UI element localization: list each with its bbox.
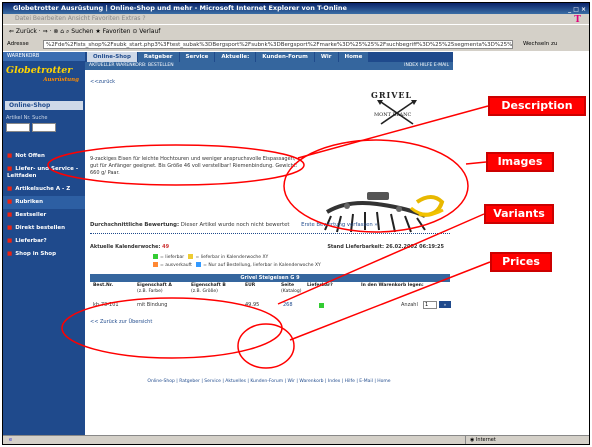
- warenkorb-link[interactable]: WARENKORB: [3, 52, 85, 61]
- tab-kunden-forum[interactable]: Kunden-Forum: [256, 52, 314, 62]
- images-callout: Images: [486, 152, 554, 172]
- menu-items[interactable]: Datei Bearbeiten Ansicht Favoriten Extra…: [15, 15, 146, 22]
- rating-row: Durchschnittliche Bewertung: Dieser Arti…: [90, 222, 450, 228]
- bullet-icon: ■: [7, 212, 13, 218]
- variants-callout: Variants: [484, 204, 554, 224]
- search-label: Artikel Nr. Suche: [6, 115, 48, 121]
- kalender-row: Aktuelle Kalenderwoche: 49 Stand Lieferb…: [90, 244, 450, 250]
- zurueck-link[interactable]: << Zurück zur Übersicht: [90, 319, 152, 325]
- col-best-nr: Best.Nr.: [93, 283, 114, 288]
- logo-line1: Globetrotter: [6, 65, 73, 76]
- sidebar-item-liefer-service[interactable]: ■ Liefer- und Service - Leitfaden: [3, 163, 85, 183]
- tab-online-shop[interactable]: Online-Shop: [87, 52, 137, 62]
- blue-square-icon: [196, 261, 202, 267]
- sidebar-item-direkt-bestellen[interactable]: ■ Direkt bestellen: [3, 222, 85, 235]
- sidebar-item-shop-in-shop[interactable]: ■ Shop in Shop: [3, 248, 85, 261]
- menu-bar[interactable]: Datei Bearbeiten Ansicht Favoriten Extra…: [3, 14, 589, 25]
- address-label: Adresse: [7, 41, 29, 47]
- kalender-week: 49: [162, 244, 170, 250]
- tab-aktuelle[interactable]: Aktuelle:: [215, 52, 256, 62]
- anzahl-label: Anzahl: [401, 302, 418, 308]
- tab-wir[interactable]: Wir: [314, 52, 338, 62]
- sidebar-item-artikelsuche[interactable]: ■ Artikelsuche A - Z: [3, 183, 85, 196]
- top-nav: Online-Shop Ratgeber Service Aktuelle: K…: [85, 52, 453, 62]
- col-eigenschaft-a: Eigenschaft A (z.B. Farbe): [137, 283, 172, 294]
- grivel-logo: GRIVEL MONT BLANC: [363, 90, 443, 130]
- kalender-label: Aktuelle Kalenderwoche:: [90, 244, 161, 250]
- cell-eigenschaft-a: mit Bindung: [137, 302, 168, 308]
- article-number-input[interactable]: [6, 123, 30, 132]
- bullet-icon: ■: [7, 199, 13, 205]
- back-link[interactable]: <<zurück: [90, 79, 115, 85]
- description-callout: Description: [488, 96, 586, 116]
- divider: [90, 233, 450, 234]
- crampon-image[interactable]: [307, 182, 447, 240]
- sidebar-nav: ■ Not Offen ■ Liefer- und Service - Leitfa…: [3, 150, 85, 261]
- window-title: Globetrotter Ausrüstung | Online-Shop un…: [13, 4, 347, 12]
- product-description: 9-zackiges Eisen für leichte Hochtouren …: [90, 156, 298, 176]
- sub-nav: AKTUELLER WARENKORB: BESTELLEN INDEX HIL…: [85, 62, 453, 70]
- sidebar-item-lieferbar[interactable]: ■ Lieferbar?: [3, 235, 85, 248]
- subnav-left[interactable]: AKTUELLER WARENKORB: BESTELLEN: [89, 62, 174, 70]
- tab-service[interactable]: Service: [179, 52, 215, 62]
- prices-callout: Prices: [490, 252, 552, 272]
- col-eigenschaft-b: Eigenschaft B (z.B. Größe): [191, 283, 226, 294]
- rating-label: Durchschnittliche Bewertung:: [90, 222, 180, 228]
- quantity-input[interactable]: 1: [423, 301, 437, 309]
- window-controls[interactable]: _ □ ×: [568, 4, 586, 14]
- review-link[interactable]: Erste Bewertung verfassen »: [301, 222, 378, 228]
- legend-row-1: = lieferbar = lieferbar in Kalenderwoche…: [153, 254, 393, 262]
- legend-row-2: = ausverkauft = Nur auf Bestellung, lief…: [153, 261, 393, 270]
- go-button[interactable]: Wechseln zu: [523, 38, 557, 51]
- search-input[interactable]: [32, 123, 56, 132]
- ie-icon: e: [9, 437, 13, 443]
- tab-ratgeber[interactable]: Ratgeber: [137, 52, 179, 62]
- cell-best-nr: kb-73-101: [93, 302, 119, 308]
- col-lieferbar: Lieferbar?: [307, 283, 333, 288]
- availability-legend: = lieferbar = lieferbar in Kalenderwoche…: [153, 254, 393, 269]
- col-seite: Seite (Katalog): [281, 283, 302, 294]
- browser-toolbar[interactable]: ⇐ Zurück · ⇒ · ⊗ ⌂ ⌕ Suchen ★ Favoriten …: [3, 24, 589, 38]
- main-content: <<zurück GRIVEL MONT BLANC 9-zackiges Ei…: [85, 70, 453, 435]
- stand-label: Stand Lieferbarkeit:: [327, 244, 384, 250]
- sidebar-item-rubriken[interactable]: ■ Rubriken: [3, 196, 85, 209]
- col-eur: EUR: [245, 283, 256, 288]
- address-input[interactable]: %2Fde%2Fists_shop%2Fsubk_start.php3%3Fte…: [43, 40, 513, 49]
- bullet-icon: ■: [7, 225, 13, 231]
- sidebar: WARENKORB Globetrotter Ausrüstung Online…: [3, 52, 85, 435]
- green-square-icon: [153, 254, 158, 259]
- logo-line2: Ausrüstung: [43, 77, 79, 83]
- bullet-icon: ■: [7, 166, 13, 172]
- sidebar-item-not-offen[interactable]: ■ Not Offen: [3, 150, 85, 163]
- cell-price: 49.95: [245, 302, 260, 308]
- stand-value: 26.02.2002 06:19:25: [385, 244, 444, 250]
- tab-home[interactable]: Home: [338, 52, 369, 62]
- search-row: [6, 123, 82, 132]
- footer-links[interactable]: Online-Shop | Ratgeber | Service | Aktue…: [85, 379, 453, 384]
- bullet-icon: ■: [7, 186, 13, 192]
- address-bar: Adresse %2Fde%2Fists_shop%2Fsubk_start.p…: [3, 38, 589, 51]
- rating-value: Dieser Artikel wurde noch nicht bewertet: [180, 222, 290, 228]
- add-to-cart-button[interactable]: »: [439, 301, 451, 308]
- brand-sub: MONT BLANC: [374, 112, 412, 118]
- online-shop-button[interactable]: Online-Shop: [5, 101, 83, 110]
- zone-label: ◉ Internet: [465, 436, 496, 444]
- bullet-icon: ■: [7, 238, 13, 244]
- globetrotter-logo[interactable]: Globetrotter Ausrüstung: [3, 61, 85, 97]
- toolbar-buttons[interactable]: ⇐ Zurück · ⇒ · ⊗ ⌂ ⌕ Suchen ★ Favoriten …: [9, 28, 160, 35]
- yellow-square-icon: [188, 254, 194, 259]
- orange-square-icon: [153, 261, 158, 267]
- bullet-icon: ■: [7, 251, 13, 257]
- subnav-right[interactable]: INDEX HILFE E-MAIL: [404, 62, 449, 70]
- status-bar: e ◉ Internet: [3, 435, 589, 444]
- title-bar: Globetrotter Ausrüstung | Online-Shop un…: [3, 3, 589, 14]
- col-warenkorb: In den Warenkorb legen:: [361, 283, 424, 288]
- brand-name: GRIVEL: [371, 90, 413, 100]
- bullet-icon: ■: [7, 153, 13, 159]
- variants-table-title: Grivel Steigeisen G 9: [90, 274, 450, 282]
- availability-green-icon: [319, 303, 324, 308]
- stand-info: Stand Lieferbarkeit: 26.02.2002 06:19:25: [327, 244, 444, 250]
- cell-seite[interactable]: 268: [283, 302, 293, 308]
- sidebar-item-bestseller[interactable]: ■ Bestseller: [3, 209, 85, 222]
